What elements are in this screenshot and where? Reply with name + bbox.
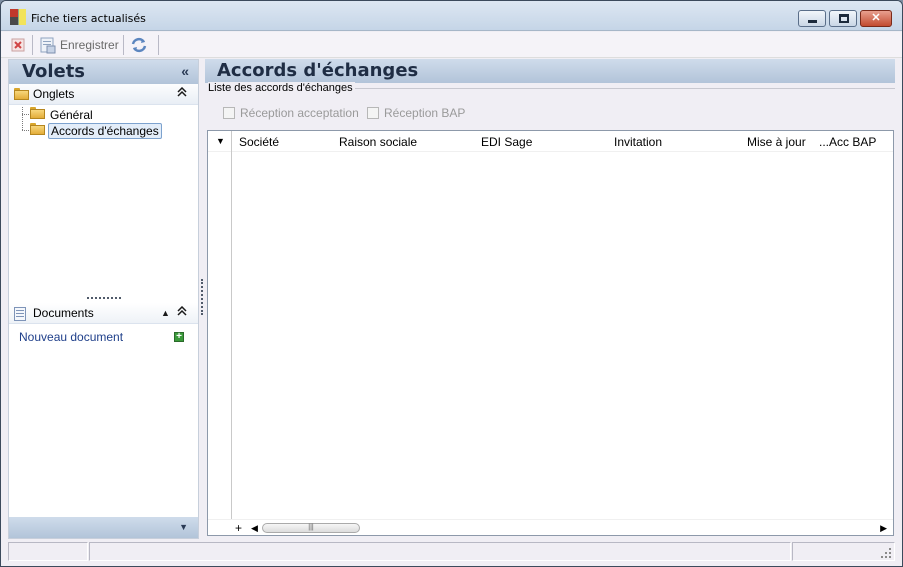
delete-icon [11, 38, 25, 52]
reception-acceptation-checkbox[interactable]: Réception acceptation [223, 106, 359, 120]
collapse-group-icon[interactable] [177, 305, 187, 319]
save-icon [40, 37, 56, 53]
up-arrow-icon[interactable]: ▲ [161, 308, 170, 318]
column-chooser-icon[interactable]: ▼ [216, 136, 225, 146]
resize-grip-icon[interactable] [881, 548, 892, 559]
checkbox-box[interactable] [223, 107, 235, 119]
tree-item-label: Accords d'échanges [48, 122, 162, 139]
pane-header: Volets « [9, 60, 198, 84]
add-document-icon[interactable]: + [174, 332, 184, 342]
new-document-link[interactable]: Nouveau document [19, 330, 123, 344]
maximize-icon [839, 14, 849, 23]
checkbox-label: Réception BAP [384, 106, 466, 120]
pane-splitter[interactable] [87, 297, 121, 299]
scroll-left-icon[interactable]: ◀ [251, 523, 258, 534]
add-row-button[interactable]: + [235, 521, 242, 535]
checkbox-label: Réception acceptation [240, 106, 359, 120]
row-selector-column [231, 131, 232, 535]
tree-connector [22, 107, 23, 130]
reception-bap-checkbox[interactable]: Réception BAP [367, 106, 465, 120]
status-cell [89, 542, 791, 561]
tree-item-accords[interactable]: Accords d'échanges [30, 122, 162, 139]
checkbox-box[interactable] [367, 107, 379, 119]
pane-footer[interactable]: ▼ [9, 517, 198, 538]
open-folder-icon [30, 123, 45, 138]
pane-title: Volets [22, 61, 86, 82]
onglets-title: Onglets [33, 87, 75, 101]
refresh-icon [131, 37, 147, 53]
title-bar[interactable]: Fiche tiers actualisés ✕ [1, 1, 902, 31]
documents-title: Documents [33, 306, 94, 320]
column-header-societe[interactable]: Société [239, 135, 279, 149]
documents-group-header[interactable]: Documents ▲ [9, 303, 198, 324]
column-header-edi-sage[interactable]: EDI Sage [481, 135, 532, 149]
save-button[interactable]: Enregistrer [39, 35, 119, 55]
window-title: Fiche tiers actualisés [31, 12, 146, 25]
toolbar-separator [123, 35, 124, 55]
toolbar-separator [158, 35, 159, 55]
navigation-pane: Volets « Onglets Général Accords d'échan… [8, 59, 199, 539]
app-icon [10, 9, 26, 25]
tree-connector [22, 114, 29, 115]
delete-button[interactable] [11, 35, 25, 55]
main-window: Fiche tiers actualisés ✕ Enregistrer Vol… [0, 0, 903, 567]
tree-item-label: Général [50, 107, 93, 122]
document-icon [14, 307, 26, 324]
status-cell [792, 542, 895, 561]
minimize-icon [808, 20, 817, 23]
grid-header: ▼ Société Raison sociale EDI Sage Invita… [208, 131, 893, 535]
status-cell [8, 542, 88, 561]
save-label: Enregistrer [60, 38, 119, 52]
chevron-down-icon[interactable]: ▼ [179, 522, 188, 532]
onglets-group-header[interactable]: Onglets [9, 84, 198, 105]
vertical-splitter[interactable] [201, 279, 203, 315]
page-title: Accords d'échanges [217, 60, 419, 81]
folder-icon [30, 107, 45, 122]
folder-icon [14, 88, 29, 103]
close-icon: ✕ [871, 12, 881, 24]
column-header-mise-a-jour[interactable]: Mise à jour [747, 135, 806, 149]
scroll-right-icon[interactable]: ▶ [880, 523, 887, 534]
collapse-pane-icon[interactable]: « [181, 63, 189, 79]
column-header-acc-bap[interactable]: ...Acc BAP [819, 135, 876, 149]
groupbox-border [353, 88, 895, 89]
tree-item-general[interactable]: Général [30, 107, 95, 122]
toolbar: Enregistrer [1, 32, 902, 58]
refresh-button[interactable] [130, 35, 148, 55]
close-button[interactable]: ✕ [860, 10, 892, 27]
status-bar [8, 542, 895, 561]
toolbar-separator [32, 35, 33, 55]
collapse-group-icon[interactable] [177, 86, 187, 100]
tree-connector [22, 130, 29, 131]
column-header-invitation[interactable]: Invitation [614, 135, 662, 149]
maximize-button[interactable] [829, 10, 857, 27]
groupbox-label: Liste des accords d'échanges [208, 82, 355, 94]
accords-grid[interactable]: ▼ Société Raison sociale EDI Sage Invita… [207, 130, 894, 536]
grid-footer: + ◀ ||| ▶ [208, 519, 893, 535]
horizontal-scrollbar-thumb[interactable]: ||| [262, 523, 360, 533]
main-header: Accords d'échanges [205, 59, 895, 83]
minimize-button[interactable] [798, 10, 826, 27]
column-header-raison-sociale[interactable]: Raison sociale [339, 135, 417, 149]
